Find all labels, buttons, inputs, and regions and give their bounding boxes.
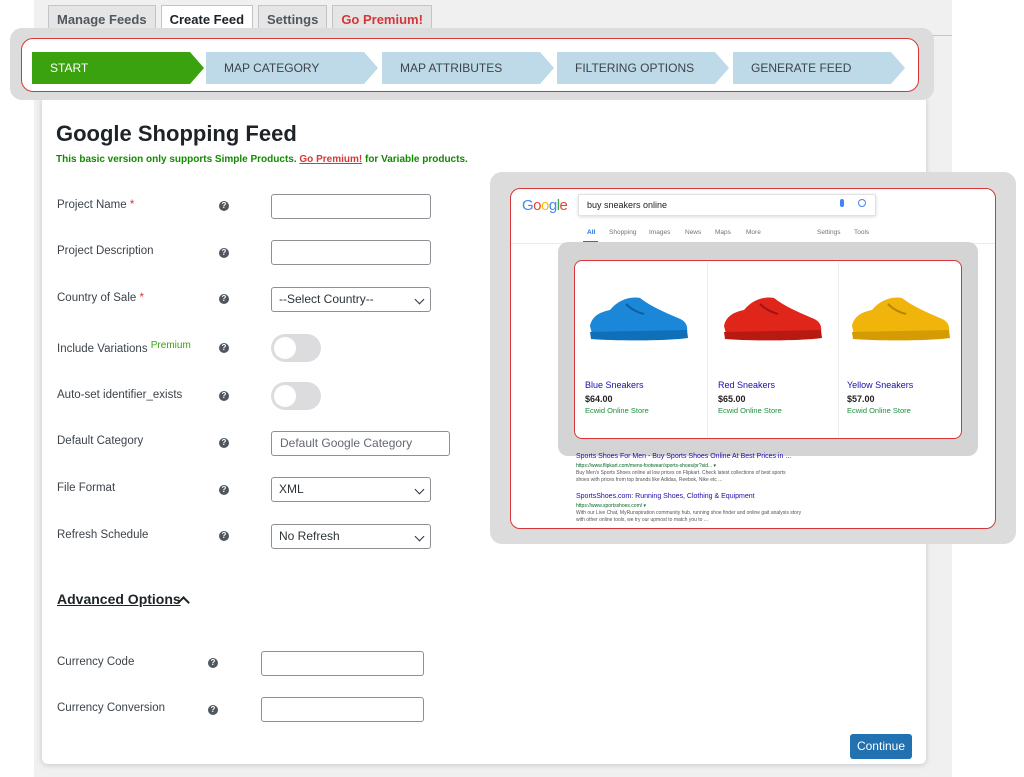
help-icon[interactable]: ? bbox=[219, 391, 229, 401]
notice-text: This basic version only supports Simple … bbox=[56, 154, 297, 165]
file-format-select[interactable]: XML bbox=[271, 477, 431, 502]
currency-conversion-label: Currency Conversion bbox=[57, 702, 166, 714]
google-nav-tools: Tools bbox=[854, 229, 870, 236]
toggle-knob bbox=[274, 385, 296, 407]
product-name: Yellow Sneakers bbox=[847, 380, 914, 390]
help-icon[interactable]: ? bbox=[219, 248, 229, 258]
auto-identifier-label: Auto-set identifier_exists bbox=[57, 389, 183, 401]
step-map-category: MAP CATEGORY bbox=[206, 52, 378, 84]
file-format-value: XML bbox=[279, 482, 304, 496]
refresh-schedule-value: No Refresh bbox=[279, 529, 340, 543]
google-nav-news: News bbox=[685, 229, 702, 236]
logo-letter: o bbox=[541, 197, 549, 214]
help-icon[interactable]: ? bbox=[219, 343, 229, 353]
step-filtering-options: FILTERING OPTIONS bbox=[557, 52, 729, 84]
google-nav-more: More bbox=[746, 229, 761, 236]
file-format-label: File Format bbox=[57, 482, 116, 494]
help-icon[interactable]: ? bbox=[208, 658, 218, 668]
product-divider bbox=[838, 262, 839, 437]
search-result-snippet: with other online tools, we try our upmo… bbox=[576, 517, 709, 523]
notice-text-end: for Variable products. bbox=[364, 154, 468, 165]
product-store: Ecwid Online Store bbox=[847, 406, 911, 415]
google-search-bar: buy sneakers online bbox=[578, 194, 876, 216]
help-icon[interactable]: ? bbox=[219, 438, 229, 448]
chevron-down-icon bbox=[414, 531, 425, 542]
help-icon[interactable]: ? bbox=[219, 531, 229, 541]
google-nav-maps: Maps bbox=[715, 229, 731, 236]
search-result-snippet: With our Live Chat, MyRunspiration commu… bbox=[576, 510, 802, 516]
search-result-snippet: shoes with prices from top brands like A… bbox=[576, 477, 723, 483]
refresh-schedule-label: Refresh Schedule bbox=[57, 529, 149, 541]
required-mark: * bbox=[129, 199, 135, 211]
help-icon[interactable]: ? bbox=[219, 294, 229, 304]
product-price: $65.00 bbox=[718, 394, 746, 404]
step-generate-feed: GENERATE FEED bbox=[733, 52, 905, 84]
step-start: START bbox=[32, 52, 204, 84]
logo-letter: o bbox=[533, 197, 542, 214]
google-nav-images: Images bbox=[649, 229, 671, 236]
product-price: $64.00 bbox=[585, 394, 613, 404]
chevron-down-icon bbox=[414, 484, 425, 495]
page-title: Google Shopping Feed bbox=[56, 121, 297, 146]
product-store: Ecwid Online Store bbox=[585, 406, 649, 415]
default-category-label: Default Category bbox=[57, 435, 144, 447]
product-name: Red Sneakers bbox=[718, 380, 776, 390]
google-nav-all: All bbox=[587, 229, 596, 236]
google-nav-shopping: Shopping bbox=[609, 229, 637, 236]
refresh-schedule-select[interactable]: No Refresh bbox=[271, 524, 431, 549]
red-sneaker-image bbox=[724, 297, 822, 341]
advanced-options-toggle[interactable]: Advanced Options bbox=[57, 591, 181, 607]
country-select[interactable]: --Select Country-- bbox=[271, 287, 431, 312]
yellow-sneaker-image bbox=[852, 297, 950, 341]
include-variations-label: Include Variations Premium bbox=[57, 340, 191, 355]
chevron-down-icon bbox=[414, 294, 425, 305]
help-icon[interactable]: ? bbox=[219, 485, 229, 495]
blue-sneaker-image bbox=[590, 297, 688, 341]
country-of-sale-label: Country of Sale * bbox=[57, 292, 144, 304]
currency-code-input[interactable] bbox=[261, 651, 424, 676]
auto-identifier-toggle[interactable] bbox=[271, 382, 321, 410]
currency-conversion-input[interactable] bbox=[261, 697, 424, 722]
help-icon[interactable]: ? bbox=[208, 705, 218, 715]
currency-code-label: Currency Code bbox=[57, 656, 135, 668]
include-variations-label-text: Include Variations bbox=[57, 343, 148, 355]
google-logo: Google bbox=[522, 197, 568, 214]
continue-button[interactable]: Continue bbox=[850, 734, 912, 759]
project-name-label-text: Project Name bbox=[57, 199, 127, 211]
search-result-snippet: Buy Men's Sports Shoes online at low pri… bbox=[576, 470, 786, 476]
help-icon[interactable]: ? bbox=[219, 201, 229, 211]
project-name-label: Project Name * bbox=[57, 199, 134, 211]
premium-notice: This basic version only supports Simple … bbox=[56, 154, 468, 165]
search-result-title: SportsShoes.com: Running Shoes, Clothing… bbox=[576, 493, 755, 500]
logo-letter: g bbox=[548, 197, 557, 214]
toggle-knob bbox=[274, 337, 296, 359]
product-store: Ecwid Online Store bbox=[718, 406, 782, 415]
product-price: $57.00 bbox=[847, 394, 875, 404]
logo-letter: e bbox=[559, 197, 568, 214]
project-description-input[interactable] bbox=[271, 240, 431, 265]
country-label-text: Country of Sale bbox=[57, 292, 137, 304]
project-name-input[interactable] bbox=[271, 194, 431, 219]
microphone-icon bbox=[840, 199, 844, 207]
default-category-input[interactable]: Default Google Category bbox=[271, 431, 450, 456]
search-result-url: https://www.flipkart.com/mens-footwear/s… bbox=[576, 463, 717, 469]
include-variations-toggle[interactable] bbox=[271, 334, 321, 362]
logo-letter: G bbox=[522, 197, 534, 214]
search-result-title: Sports Shoes For Men - Buy Sports Shoes … bbox=[576, 453, 792, 460]
project-description-label: Project Description bbox=[57, 245, 154, 257]
product-name: Blue Sneakers bbox=[585, 380, 644, 390]
required-mark: * bbox=[139, 292, 144, 304]
product-divider bbox=[707, 262, 708, 437]
search-icon bbox=[858, 199, 866, 207]
country-select-value: --Select Country-- bbox=[279, 292, 374, 306]
google-nav-settings: Settings bbox=[817, 229, 841, 236]
go-premium-link[interactable]: Go Premium! bbox=[299, 154, 362, 165]
step-map-attributes: MAP ATTRIBUTES bbox=[382, 52, 554, 84]
search-result-url: https://www.sportsshoes.com/ ▾ bbox=[576, 503, 647, 509]
premium-badge: Premium bbox=[150, 340, 191, 351]
